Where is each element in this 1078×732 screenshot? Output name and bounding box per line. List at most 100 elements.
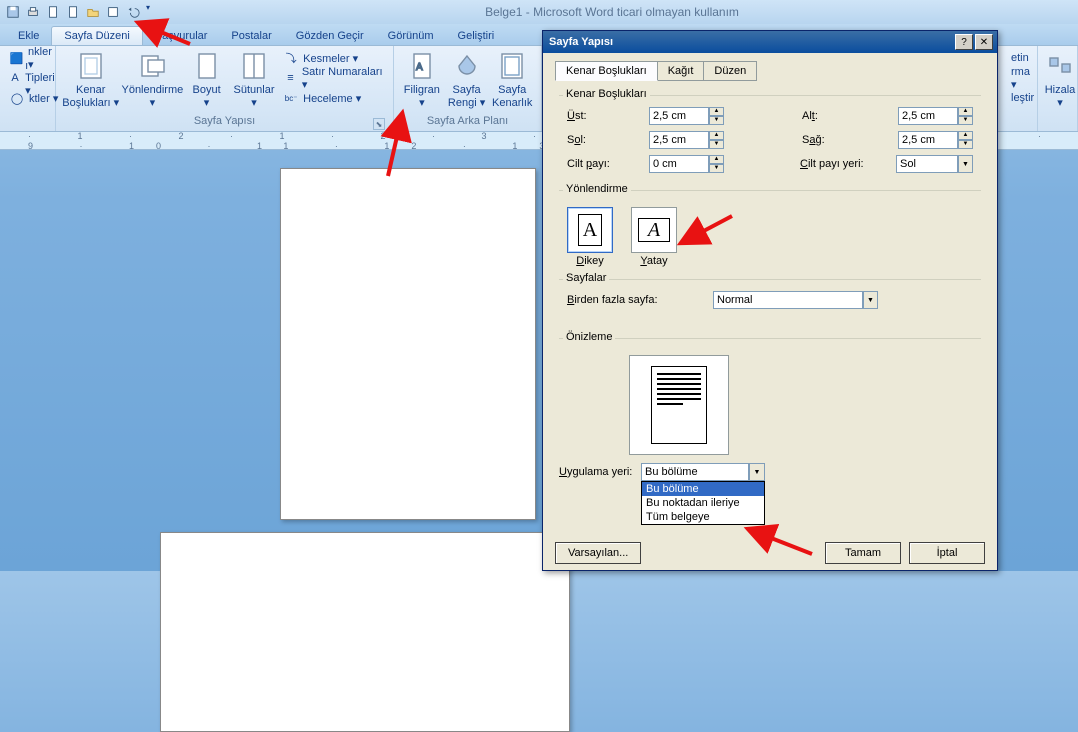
label: Sayfa Rengi ▾ (448, 84, 485, 109)
apply-to-select[interactable]: ▼ (641, 463, 765, 481)
apply-to-label: Uygulama yeri: (559, 466, 635, 478)
title-bar: ▾ Belge1 - Microsoft Word ticari olmayan… (0, 0, 1078, 24)
sutunlar-button[interactable]: Sütunlar ▾ (230, 48, 278, 111)
tab-basvurular[interactable]: Başvurular (143, 27, 220, 45)
alt-label: Alt: (802, 110, 892, 122)
apply-opt-bu-noktadan[interactable]: Bu noktadan ileriye (642, 496, 764, 510)
print-icon[interactable] (24, 3, 42, 21)
group-temalar: 🟦nkler ▾ Aı Tipleri ▾ ◯ktler ▾ (0, 46, 56, 131)
dialog-tabs: Kenar Boşlukları Kağıt Düzen (555, 61, 985, 81)
temalar-fonts[interactable]: Aı Tipleri ▾ (6, 68, 62, 88)
label: Kenar Boşlukları ▾ (62, 84, 119, 109)
label: Hizala ▾ (1045, 84, 1076, 109)
dialog-titlebar[interactable]: Sayfa Yapısı ? ✕ (543, 31, 997, 53)
watermark-icon: A (406, 50, 438, 82)
group-label: Sayfa Yapısı ⬊ (62, 115, 387, 131)
multiple-pages-select[interactable]: ▼ (713, 291, 878, 309)
label: Boyut ▾ (193, 84, 221, 109)
preview-page (651, 366, 707, 444)
label: Satır Numaraları ▾ (302, 66, 384, 91)
tab-postalar[interactable]: Postalar (219, 27, 283, 45)
lestir-item[interactable]: leştir (1008, 88, 1037, 108)
sayfa-rengi-button[interactable]: Sayfa Rengi ▾ (446, 48, 488, 111)
label: ktler ▾ (29, 92, 58, 105)
boyut-button[interactable]: Boyut ▾ (185, 48, 228, 111)
legend: Önizleme (563, 331, 615, 343)
tab-ekle[interactable]: Ekle (6, 27, 51, 45)
tab-kenar-bosluklari[interactable]: Kenar Boşlukları (555, 61, 658, 81)
group-label (6, 115, 49, 131)
sol-input[interactable]: ▲▼ (649, 131, 724, 149)
ust-label: Üst: (567, 110, 643, 122)
tab-duzen[interactable]: Düzen (703, 61, 757, 81)
group-label (1008, 115, 1031, 131)
alt-input[interactable]: ▲▼ (898, 107, 973, 125)
label: Filigran ▾ (404, 84, 440, 109)
apply-opt-bu-bolume[interactable]: Bu bölüme (642, 482, 764, 496)
cilt-yeri-select[interactable]: ▼ (896, 155, 973, 173)
ribbon-right: etin rma ▾ leştir Hizala ▾ (1002, 46, 1078, 131)
label: Yönlendirme ▾ (121, 84, 183, 109)
linenum-icon: ≡ (283, 70, 298, 86)
dialog-panel: Kenar Boşlukları Üst: ▲▼ Alt: ▲▼ Sol: ▲▼… (555, 81, 985, 489)
orient-portrait[interactable]: A Dikey (567, 207, 613, 267)
group-label (1044, 115, 1071, 131)
undo-icon[interactable] (124, 3, 142, 21)
iptal-button[interactable]: İptal (909, 542, 985, 564)
page-border-icon (496, 50, 528, 82)
cilt-yeri-label: Cilt payı yeri: (800, 158, 890, 170)
group-sayfa-yapisi: Kenar Boşlukları ▾ Yönlendirme ▾ Boyut ▾… (56, 46, 394, 131)
document-page-2[interactable] (160, 532, 570, 732)
tab-sayfa-duzeni[interactable]: Sayfa Düzeni (51, 26, 142, 45)
tab-gelistirici[interactable]: Geliştiri (446, 27, 507, 45)
filigran-button[interactable]: A Filigran ▾ (400, 48, 444, 111)
tab-gorunum[interactable]: Görünüm (376, 27, 446, 45)
satir-numaralari-button[interactable]: ≡Satır Numaraları ▾ (280, 68, 387, 88)
dialog-launcher-icon[interactable]: ⬊ (373, 118, 385, 130)
font-icon: A (9, 70, 21, 86)
label: Heceleme ▾ (303, 92, 361, 105)
tamam-button[interactable]: Tamam (825, 542, 901, 564)
label: Sütunlar ▾ (234, 84, 275, 109)
legend: Kenar Boşlukları (563, 88, 650, 100)
temalar-effects[interactable]: ◯ktler ▾ (6, 88, 62, 108)
help-button[interactable]: ? (955, 34, 973, 50)
varsayilan-button[interactable]: Varsayılan... (555, 542, 641, 564)
cilt-input[interactable]: ▲▼ (649, 155, 724, 173)
yonlendirme-button[interactable]: Yönlendirme ▾ (121, 48, 183, 111)
preview-box (629, 355, 729, 455)
hizala-button[interactable]: Hizala ▾ (1044, 48, 1076, 111)
columns-icon (238, 50, 270, 82)
align-icon (1044, 50, 1076, 82)
document-page-1[interactable] (280, 168, 536, 520)
orient-landscape[interactable]: A Yatay (631, 207, 677, 267)
pages-fieldset: Sayfalar Birden fazla sayfa: ▼ (559, 279, 981, 320)
rma-item[interactable]: rma ▾ (1008, 68, 1037, 88)
breaks-icon: ⤵ (283, 50, 299, 66)
save-icon[interactable] (4, 3, 22, 21)
heceleme-button[interactable]: bc⁻Heceleme ▾ (280, 88, 387, 108)
orientation-icon (136, 50, 168, 82)
new-doc2-icon[interactable] (64, 3, 82, 21)
legend: Sayfalar (563, 272, 609, 284)
sag-input[interactable]: ▲▼ (898, 131, 973, 149)
group-hizala: Hizala ▾ (1038, 46, 1078, 131)
ust-input[interactable]: ▲▼ (649, 107, 724, 125)
page-setup-dialog: Sayfa Yapısı ? ✕ Kenar Boşlukları Kağıt … (542, 30, 998, 571)
tab-kagit[interactable]: Kağıt (657, 61, 705, 81)
tab-gozden-gecir[interactable]: Gözden Geçir (284, 27, 376, 45)
label: Yatay (640, 255, 667, 267)
new-doc-icon[interactable] (44, 3, 62, 21)
orientation-fieldset: Yönlendirme A Dikey A Yatay (559, 190, 981, 273)
close-button[interactable]: ✕ (975, 34, 993, 50)
dialog-title: Sayfa Yapısı (549, 36, 613, 48)
preview-icon[interactable] (104, 3, 122, 21)
group-label: Sayfa Arka Planı (400, 115, 535, 131)
open-icon[interactable] (84, 3, 102, 21)
sayfa-kenarlik-button[interactable]: Sayfa Kenarlık (489, 48, 535, 111)
text: Sayfa Yapısı (194, 115, 255, 127)
sol-label: Sol: (567, 134, 643, 146)
apply-opt-tum-belgeye[interactable]: Tüm belgeye (642, 510, 764, 524)
margins-icon (75, 50, 107, 82)
kenar-bosluklari-button[interactable]: Kenar Boşlukları ▾ (62, 48, 119, 111)
